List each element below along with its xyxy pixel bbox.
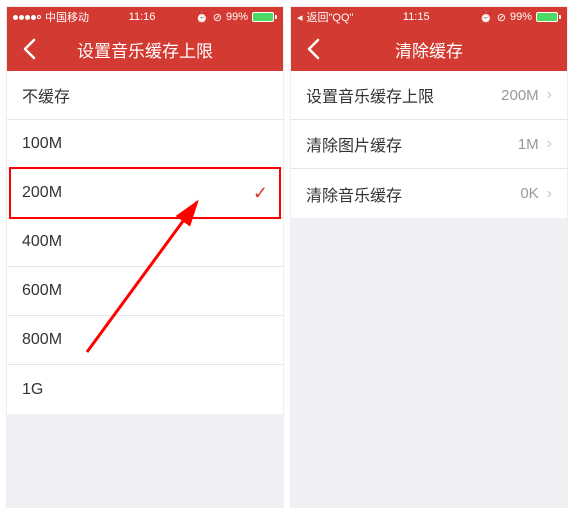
- status-bar: 中国移动 11:16 ⏰ ⊘ 99%: [7, 7, 283, 27]
- chevron-left-icon: [22, 38, 36, 60]
- nav-bar: 清除缓存: [291, 27, 567, 71]
- option-label: 600M: [22, 282, 62, 300]
- battery-percent: 99%: [226, 11, 248, 23]
- row-label: 清除图片缓存: [306, 132, 402, 156]
- row-value: 200M: [501, 87, 539, 104]
- option-label: 800M: [22, 331, 62, 349]
- battery-icon: [536, 12, 561, 22]
- row-clear-image-cache[interactable]: 清除图片缓存 1M ›: [291, 120, 567, 169]
- alarm-icon: ⏰: [479, 11, 493, 24]
- time-label: 11:15: [403, 11, 430, 23]
- chevron-left-icon: [306, 38, 320, 60]
- row-label: 清除音乐缓存: [306, 182, 402, 206]
- rotation-lock-icon: ⊘: [497, 11, 506, 24]
- alarm-icon: ⏰: [195, 11, 209, 24]
- option-label: 400M: [22, 233, 62, 251]
- option-100m[interactable]: 100M: [7, 120, 283, 169]
- clear-cache-list: 设置音乐缓存上限 200M › 清除图片缓存 1M › 清除音乐缓存 0K ›: [291, 71, 567, 218]
- option-1g[interactable]: 1G: [7, 365, 283, 414]
- option-800m[interactable]: 800M: [7, 316, 283, 365]
- row-value: 0K: [520, 185, 538, 202]
- option-label: 不缓存: [22, 83, 70, 107]
- option-no-cache[interactable]: 不缓存: [7, 71, 283, 120]
- row-label: 设置音乐缓存上限: [306, 83, 434, 107]
- cache-limit-list: 不缓存 100M 200M ✓ 400M 600M 800M 1G: [7, 71, 283, 414]
- nav-bar: 设置音乐缓存上限: [7, 27, 283, 71]
- rotation-lock-icon: ⊘: [213, 11, 222, 24]
- back-button[interactable]: [291, 27, 335, 71]
- status-bar: ◂ 返回"QQ" 11:15 ⏰ ⊘ 99%: [291, 7, 567, 27]
- time-label: 11:16: [129, 11, 156, 23]
- chevron-right-icon: ›: [547, 135, 552, 153]
- option-label: 1G: [22, 381, 43, 399]
- row-value: 1M: [518, 136, 539, 153]
- row-set-music-cache-limit[interactable]: 设置音乐缓存上限 200M ›: [291, 71, 567, 120]
- back-to-app-icon[interactable]: ◂: [297, 11, 303, 24]
- option-600m[interactable]: 600M: [7, 267, 283, 316]
- carrier-label: 中国移动: [45, 9, 89, 25]
- battery-icon: [252, 12, 277, 22]
- chevron-right-icon: ›: [547, 185, 552, 203]
- checkmark-icon: ✓: [253, 183, 268, 204]
- battery-percent: 99%: [510, 11, 532, 23]
- back-button[interactable]: [7, 27, 51, 71]
- right-screen: ◂ 返回"QQ" 11:15 ⏰ ⊘ 99% 清除缓存 设置音乐缓存上限 200…: [290, 6, 568, 508]
- option-400m[interactable]: 400M: [7, 218, 283, 267]
- back-to-app-label[interactable]: 返回"QQ": [307, 9, 354, 25]
- chevron-right-icon: ›: [547, 86, 552, 104]
- option-200m[interactable]: 200M ✓: [7, 169, 283, 218]
- left-screen: 中国移动 11:16 ⏰ ⊘ 99% 设置音乐缓存上限 不缓存 100M 200…: [6, 6, 284, 508]
- signal-icon: [13, 15, 41, 20]
- option-label: 100M: [22, 135, 62, 153]
- option-label: 200M: [22, 184, 62, 202]
- row-clear-music-cache[interactable]: 清除音乐缓存 0K ›: [291, 169, 567, 218]
